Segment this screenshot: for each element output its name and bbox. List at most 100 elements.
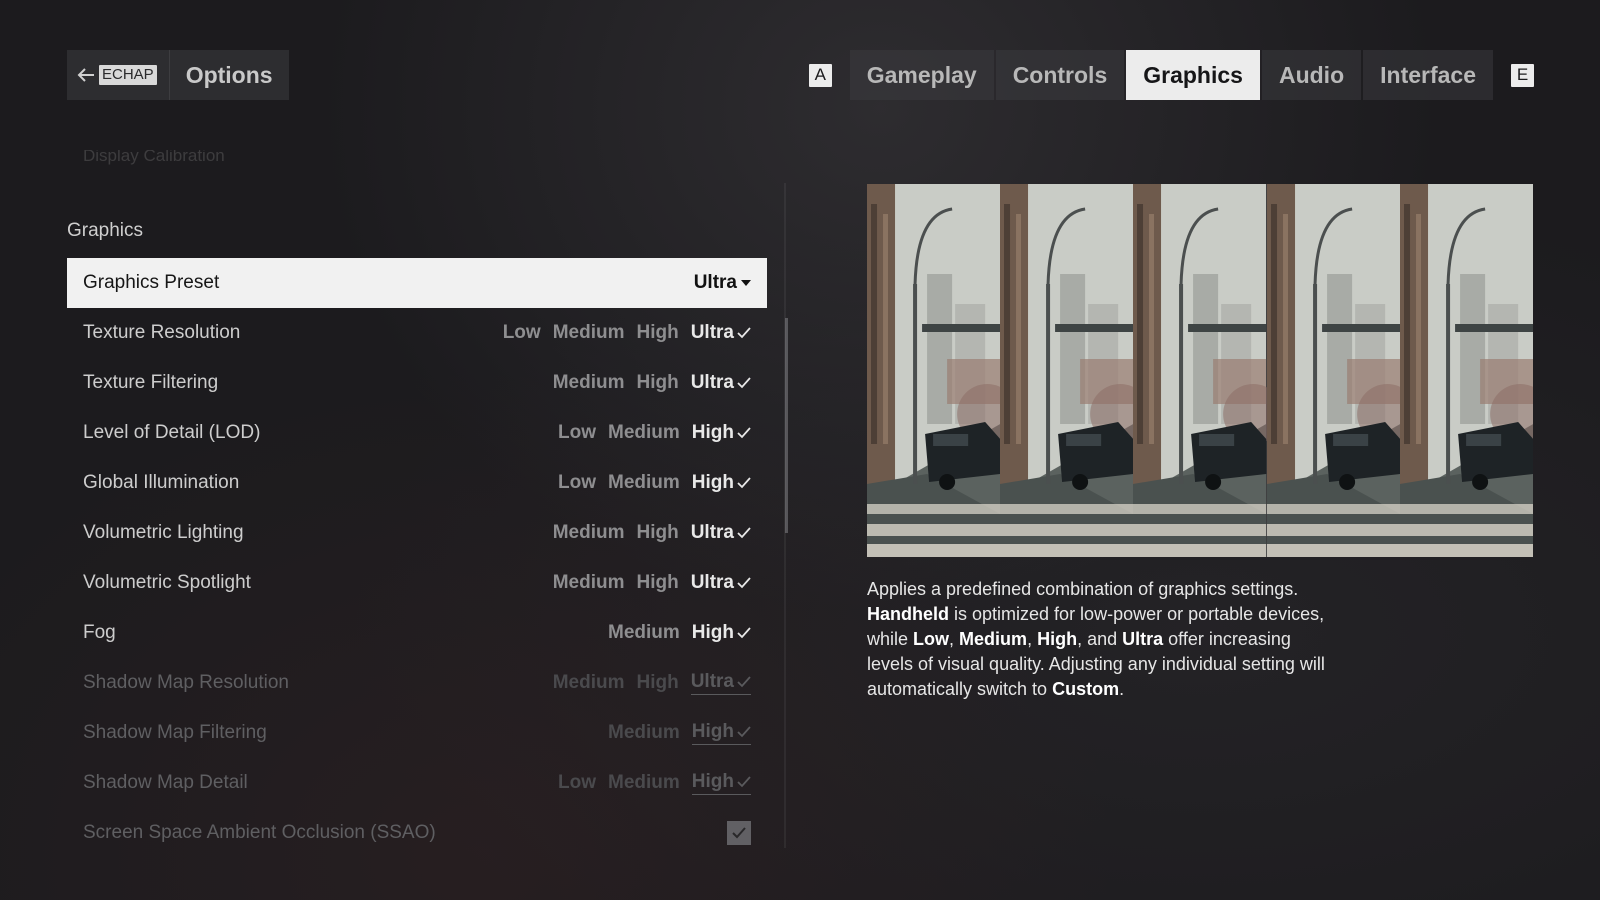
- setting-row[interactable]: Shadow Map Resolution Medium High Ultra: [67, 658, 767, 708]
- current-value: Ultra: [690, 522, 734, 543]
- description-handheld: Handheld: [867, 604, 950, 624]
- setting-row[interactable]: Global Illumination Low Medium High: [67, 458, 767, 508]
- preview-strip: [1133, 184, 1267, 557]
- option-selector[interactable]: Low Medium High: [558, 422, 751, 444]
- preset-value: Ultra: [693, 272, 737, 293]
- option-item-current[interactable]: High: [691, 721, 751, 745]
- setting-row[interactable]: Level of Detail (LOD) Low Medium High: [67, 408, 767, 458]
- ssao-row[interactable]: Screen Space Ambient Occlusion (SSAO): [67, 808, 767, 850]
- check-icon: [732, 827, 746, 839]
- tab-audio[interactable]: Audio: [1261, 50, 1362, 100]
- option-item[interactable]: Medium: [608, 722, 680, 744]
- option-item[interactable]: Medium: [553, 522, 625, 544]
- setting-row[interactable]: Shadow Map Detail Low Medium High: [67, 758, 767, 808]
- option-rows: Texture Resolution Low Medium High Ultra Text…: [67, 308, 767, 808]
- tab-gameplay[interactable]: Gameplay: [849, 50, 994, 100]
- option-item[interactable]: High: [636, 672, 678, 694]
- check-icon: [737, 377, 751, 389]
- option-selector[interactable]: Medium High Ultra: [553, 522, 751, 544]
- option-item-current[interactable]: High: [692, 472, 751, 494]
- setting-label: Shadow Map Detail: [83, 772, 248, 793]
- current-value: Ultra: [690, 372, 734, 393]
- option-item[interactable]: High: [636, 372, 678, 394]
- scrollbar-thumb[interactable]: [785, 318, 788, 533]
- tab-bar: A Gameplay Controls Graphics Audio Inter…: [808, 50, 1534, 100]
- tab-interface[interactable]: Interface: [1363, 50, 1493, 100]
- option-item[interactable]: High: [636, 572, 678, 594]
- option-item-current[interactable]: Ultra: [691, 322, 751, 344]
- preview-strip: [867, 184, 1001, 557]
- option-item[interactable]: High: [636, 522, 678, 544]
- option-selector[interactable]: Medium High Ultra: [553, 372, 751, 394]
- setting-row[interactable]: Volumetric Spotlight Medium High Ultra: [67, 558, 767, 608]
- option-item[interactable]: Low: [503, 322, 541, 344]
- back-button[interactable]: ECHAP: [67, 50, 170, 100]
- check-icon: [737, 676, 751, 688]
- option-item[interactable]: Medium: [553, 322, 625, 344]
- option-item[interactable]: High: [636, 322, 678, 344]
- check-icon: [737, 427, 751, 439]
- setting-row[interactable]: Texture Filtering Medium High Ultra: [67, 358, 767, 408]
- option-selector[interactable]: Low Medium High: [558, 472, 751, 494]
- option-item[interactable]: Low: [558, 422, 596, 444]
- check-icon: [737, 726, 751, 738]
- setting-label: Volumetric Spotlight: [83, 572, 251, 593]
- option-item[interactable]: Medium: [553, 372, 625, 394]
- faded-setting-item: Display Calibration: [83, 150, 225, 165]
- check-icon: [737, 627, 751, 639]
- preview-strip: [1000, 184, 1134, 557]
- option-item-current[interactable]: Ultra: [691, 372, 751, 394]
- option-item-current[interactable]: Ultra: [690, 671, 751, 695]
- option-item[interactable]: Medium: [608, 472, 680, 494]
- setting-label: Screen Space Ambient Occlusion (SSAO): [83, 822, 436, 843]
- option-item[interactable]: Medium: [553, 672, 625, 694]
- setting-row[interactable]: Volumetric Lighting Medium High Ultra: [67, 508, 767, 558]
- option-item[interactable]: Medium: [608, 422, 680, 444]
- option-selector[interactable]: Medium High Ultra: [553, 671, 751, 695]
- tab-controls[interactable]: Controls: [995, 50, 1125, 100]
- settings-list: Display Calibration Graphics Graphics Pr…: [67, 150, 767, 850]
- setting-description: Applies a predefined combination of grap…: [867, 577, 1337, 702]
- current-value: High: [691, 472, 734, 493]
- check-icon: [737, 776, 751, 788]
- current-value: High: [691, 721, 734, 742]
- current-value: Ultra: [690, 671, 734, 692]
- option-item-current[interactable]: High: [691, 771, 751, 795]
- setting-label: Global Illumination: [83, 472, 240, 493]
- option-item-current[interactable]: Ultra: [691, 522, 751, 544]
- option-selector[interactable]: Medium High: [608, 721, 751, 745]
- prev-tab-key[interactable]: A: [808, 63, 832, 87]
- current-value: Ultra: [690, 572, 734, 593]
- description-low: Low: [913, 629, 950, 649]
- option-item[interactable]: Low: [558, 772, 596, 794]
- setting-label: Shadow Map Resolution: [83, 672, 289, 693]
- ssao-checkbox[interactable]: [727, 821, 751, 845]
- next-tab-key[interactable]: E: [1511, 63, 1534, 87]
- option-item[interactable]: Medium: [608, 772, 680, 794]
- option-item[interactable]: Medium: [553, 572, 625, 594]
- setting-row[interactable]: Fog Medium High: [67, 608, 767, 658]
- option-item-current[interactable]: Ultra: [691, 572, 751, 594]
- graphics-preset-row[interactable]: Graphics Preset Ultra: [67, 258, 767, 308]
- option-item-current[interactable]: High: [692, 622, 751, 644]
- description-text: Applies a predefined combination of grap…: [867, 579, 1299, 599]
- setting-label: Texture Resolution: [83, 322, 241, 343]
- option-item[interactable]: Low: [558, 472, 596, 494]
- option-selector[interactable]: Medium High Ultra: [553, 572, 751, 594]
- option-selector[interactable]: Medium High: [608, 622, 751, 644]
- preset-dropdown[interactable]: Ultra: [694, 272, 751, 294]
- option-selector[interactable]: Low Medium High Ultra: [503, 322, 751, 344]
- description-text: , and: [1077, 629, 1123, 649]
- option-item-current[interactable]: High: [692, 422, 751, 444]
- setting-row[interactable]: Shadow Map Filtering Medium High: [67, 708, 767, 758]
- caret-down-icon: [741, 280, 751, 286]
- setting-row[interactable]: Texture Resolution Low Medium High Ultra: [67, 308, 767, 358]
- header-bar: ECHAP Options: [67, 50, 289, 100]
- option-selector[interactable]: Low Medium High: [558, 771, 751, 795]
- setting-label: Level of Detail (LOD): [83, 422, 261, 443]
- tab-graphics[interactable]: Graphics: [1126, 50, 1260, 100]
- check-icon: [737, 527, 751, 539]
- preview-strip: [1266, 184, 1400, 557]
- current-value: High: [691, 771, 734, 792]
- option-item[interactable]: Medium: [608, 622, 680, 644]
